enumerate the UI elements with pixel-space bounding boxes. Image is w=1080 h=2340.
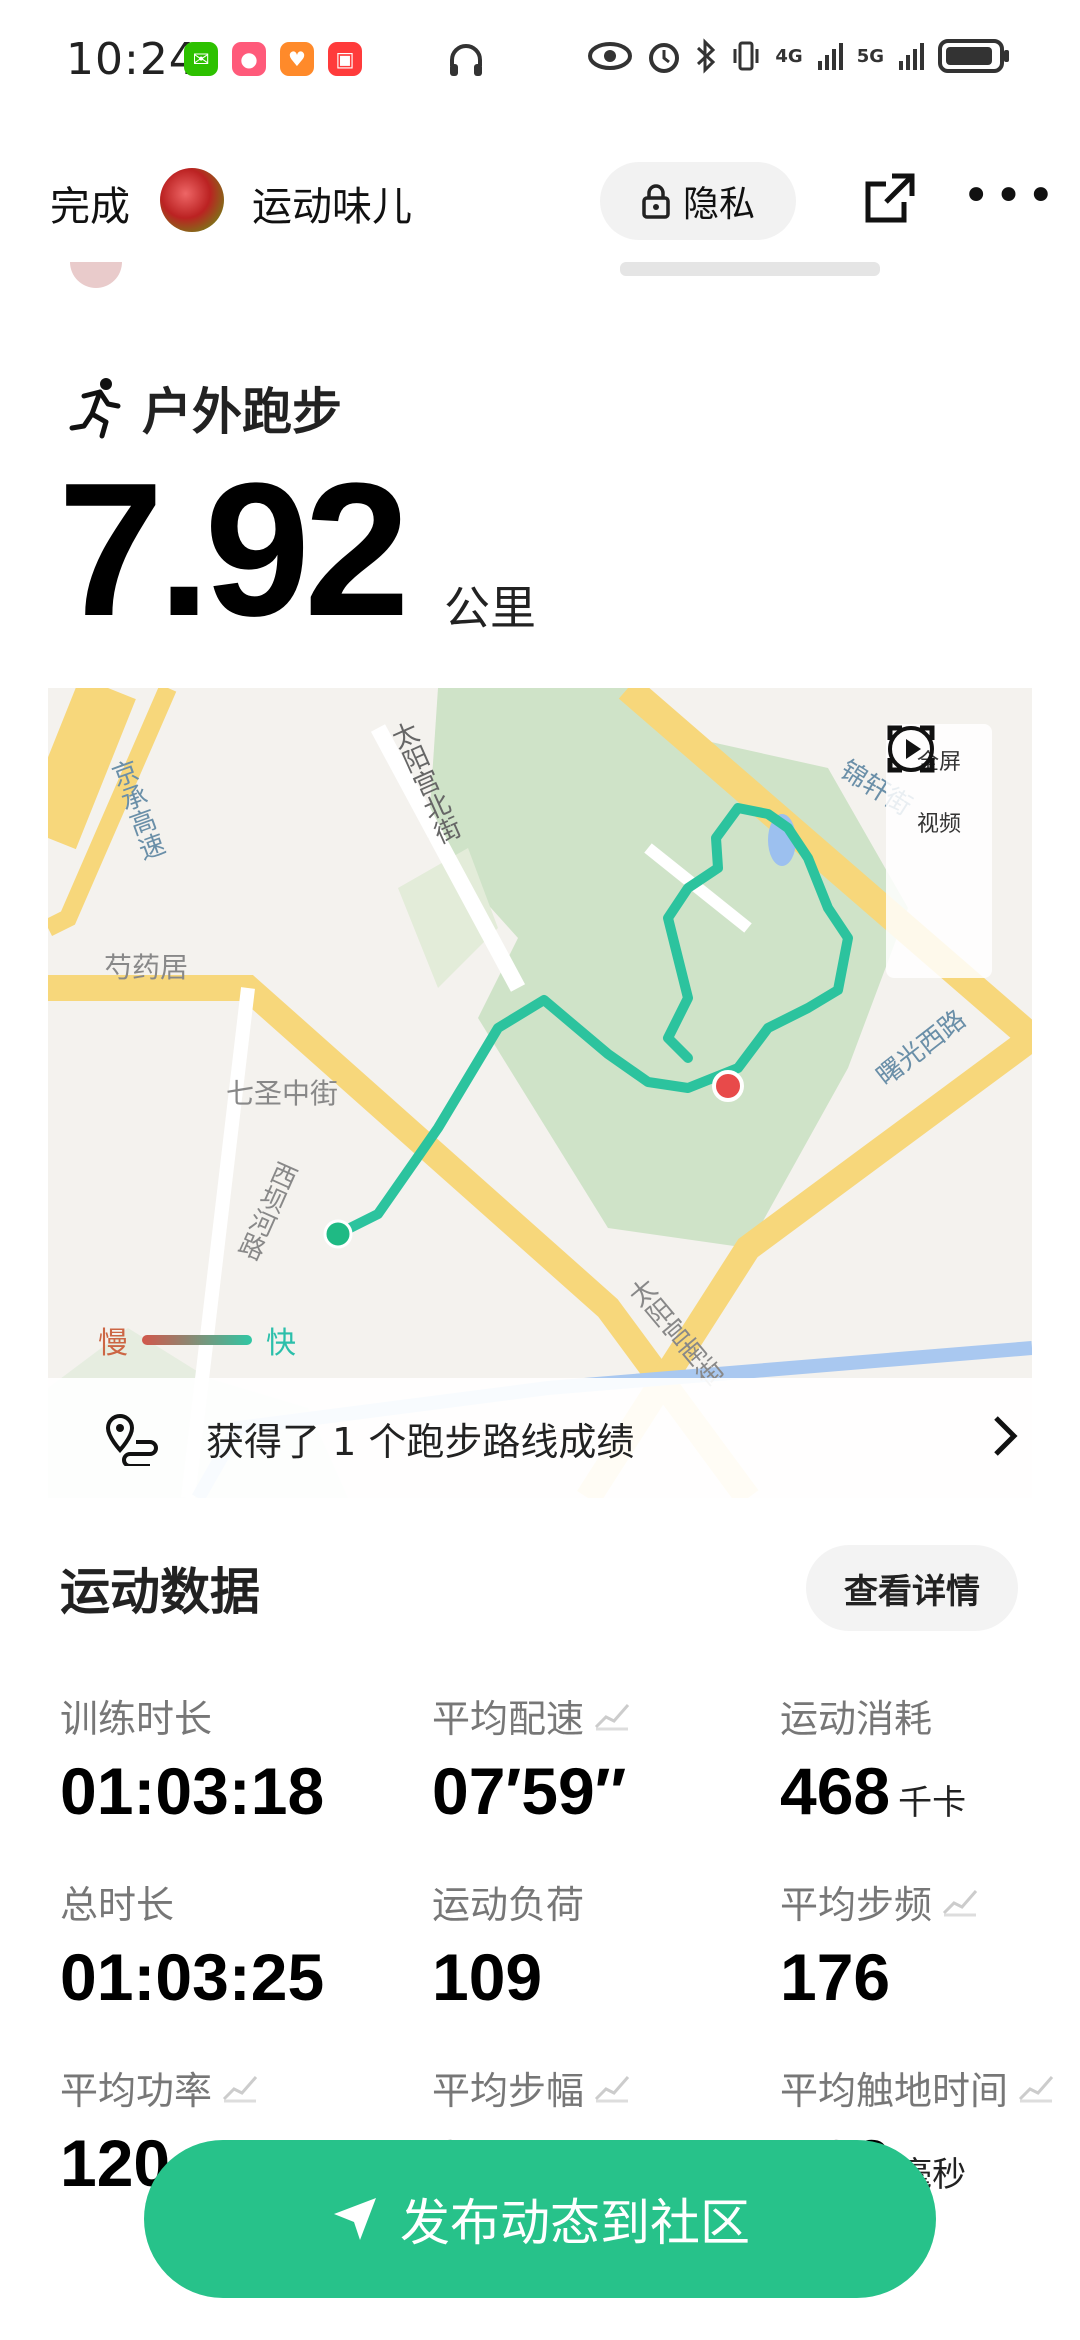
play-icon [888,726,934,772]
status-system-icons: 4G 5G [587,38,1010,74]
workout-type-label: 户外跑步 [142,383,342,441]
trend-chart-icon [594,1703,630,1730]
app-notification-icon: ● [232,42,266,76]
more-options-icon[interactable]: ••• [962,168,1059,224]
stat-value: 01:03:25 [60,1940,325,2014]
video-label: 视频 [916,812,961,837]
signal-icon [817,43,843,70]
stat-value: 468 [780,1754,891,1828]
stat-total-duration: 总时长 01:03:25 [60,1874,324,2015]
avatar[interactable] [160,168,224,232]
route-map[interactable]: 京承高速 太阳宫北街 芍药居 七圣中街 西坝河路 曙光西路 太阳宫南街 锦轩街 … [48,688,1032,1498]
trend-chart-icon [942,1889,978,1916]
send-icon [334,2198,376,2240]
privacy-button[interactable]: 隐私 [600,162,796,240]
legend-slow: 慢 [98,1326,128,1361]
eye-icon [588,42,633,70]
signal-icon-2 [899,43,924,70]
stat-label: 运动负荷 [432,1883,585,1927]
alarm-icon [649,43,680,73]
battery-icon [938,39,1009,73]
section-title-sport-data: 运动数据 [60,1563,260,1621]
username: 运动味儿 [252,184,412,230]
stat-value: 176 [780,1940,891,2014]
stat-label: 平均触地时间 [780,2069,1009,2113]
view-details-button[interactable]: 查看详情 [806,1545,1018,1631]
publish-label: 发布动态到社区 [400,2194,750,2252]
network-4g-label: 4G [775,45,803,67]
stat-label: 平均配速 [432,1697,585,1741]
vibrate-icon [733,41,759,71]
status-bar: 10:24 ✉ ● ♥ ▣ 4G 5G [0,0,1080,120]
health-app-icon: ♥ [280,42,314,76]
trend-chart-icon [222,2075,258,2102]
running-icon [69,378,121,439]
stat-avg-cadence[interactable]: 平均步频 176 [780,1874,978,2015]
publish-to-community-button[interactable]: 发布动态到社区 [144,2140,936,2298]
stat-training-load: 运动负荷 109 [432,1874,584,2015]
done-button[interactable]: 完成 [50,174,130,232]
share-icon[interactable] [862,170,918,230]
stat-label: 总时长 [60,1883,175,1927]
scroll-fade-remnant [0,262,1080,292]
map-controls: 全屏 视频 [886,724,992,978]
huawei-store-icon: ▣ [328,42,362,76]
map-label: 七圣中街 [226,1077,339,1110]
status-notification-icons: ✉ ● ♥ ▣ [184,42,362,76]
stat-label: 平均功率 [60,2069,213,2113]
stat-training-duration: 训练时长 01:03:18 [60,1688,324,1829]
trend-chart-icon [1018,2075,1054,2102]
legend-fast: 快 [266,1326,296,1361]
pace-legend: 慢 快 [98,1318,296,1362]
privacy-label: 隐私 [682,184,755,225]
map-label: 芍药居 [104,951,189,984]
stat-calories: 运动消耗 468 千卡 [780,1688,966,1829]
stat-value: 01:03:18 [60,1754,325,1828]
status-time: 10:24 [66,34,198,85]
wechat-icon: ✉ [184,42,218,76]
bluetooth-icon [697,38,716,74]
network-5g-label: 5G [856,45,884,67]
top-bar: 完成 运动味儿 隐私 ••• [0,150,1080,260]
route-achievement-text: 获得了 1 个跑步路线成绩 [206,1419,635,1464]
stat-avg-pace[interactable]: 平均配速 07′59″ [432,1688,630,1829]
route-achievement-banner[interactable]: 获得了 1 个跑步路线成绩 [48,1378,1032,1498]
trend-chart-icon [594,2075,630,2102]
stat-label: 平均步频 [780,1883,933,1927]
stat-unit: 千卡 [898,1784,967,1822]
distance-value: 7.92 [58,444,410,656]
stat-label: 训练时长 [60,1697,213,1741]
lock-icon [642,184,670,219]
stat-label: 运动消耗 [780,1697,933,1741]
stat-value: 07′59″ [432,1754,627,1828]
legend-gradient [142,1335,252,1345]
stat-value: 109 [432,1940,543,2014]
video-button[interactable]: 视频 [888,726,961,838]
distance-unit: 公里 [444,581,536,635]
stat-label: 平均步幅 [432,2069,585,2113]
workout-type: 户外跑步 [66,372,342,444]
headphones-icon [446,40,486,84]
